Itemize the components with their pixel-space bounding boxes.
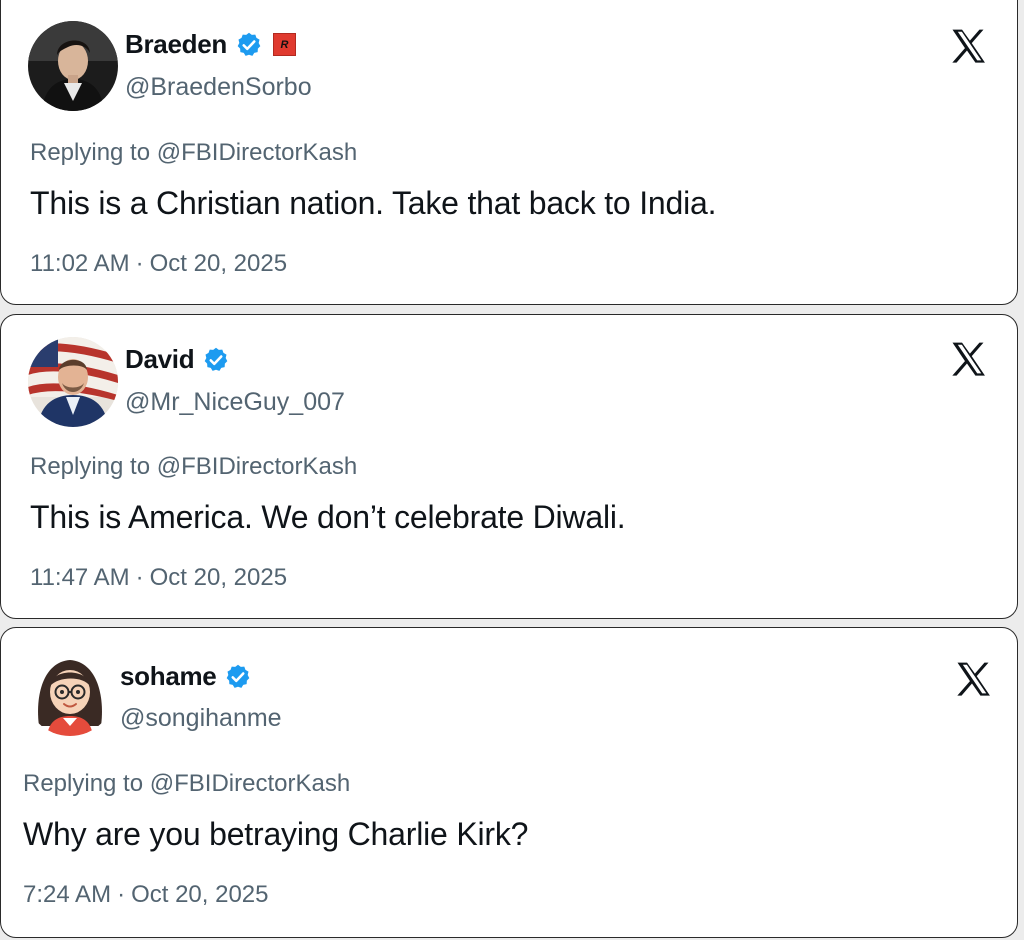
avatar[interactable] [28,21,118,111]
display-name[interactable]: Braeden [125,29,227,60]
replying-mention-link[interactable]: @FBIDirectorKash [157,453,357,480]
user-handle[interactable]: @songihanme [120,704,282,733]
tweet-date: Oct 20, 2025 [149,564,288,591]
x-logo-icon [952,29,985,63]
tweet-time: 7:24 AM [23,881,112,908]
tweet-card[interactable]: David @Mr_NiceGuy_007 Replying to @FBIDi… [0,314,1018,619]
author-row: Braeden R [125,29,296,60]
replying-to-line: Replying to @FBIDirectorKash [23,770,350,798]
tweet-date: Oct 20, 2025 [131,881,269,908]
man-flag-background-avatar-icon [28,337,118,427]
verified-badge-icon [227,664,250,688]
tweet-timestamp[interactable]: 11:02 AM · Oct 20, 2025 [30,250,287,278]
man-dark-hair-avatar-icon [28,21,118,111]
tweet-timestamp[interactable]: 7:24 AM · Oct 20, 2025 [23,881,269,909]
tweet-date: Oct 20, 2025 [149,250,288,277]
replying-prefix: Replying to [23,770,144,797]
user-handle[interactable]: @BraedenSorbo [125,73,312,102]
tweet-time: 11:02 AM [30,250,130,277]
tweet-text: This is a Christian nation. Take that ba… [30,185,717,221]
tweet-text: This is America. We don’t celebrate Diwa… [30,499,626,535]
user-handle[interactable]: @Mr_NiceGuy_007 [125,388,345,417]
replying-mention-link[interactable]: @FBIDirectorKash [150,770,350,797]
tweet-time: 11:47 AM [30,564,130,591]
display-name[interactable]: David [125,344,195,375]
replying-to-line: Replying to @FBIDirectorKash [30,453,357,481]
author-row: David [125,344,230,375]
avatar[interactable] [28,337,118,427]
x-logo-icon [957,662,990,696]
tweet-stack: Braeden R @BraedenSorbo Replying to @FBI… [0,0,1024,940]
replying-to-line: Replying to @FBIDirectorKash [30,139,357,167]
tweet-timestamp[interactable]: 11:47 AM · Oct 20, 2025 [30,564,287,592]
tweet-text: Why are you betraying Charlie Kirk? [23,816,529,852]
x-logo-icon [952,342,985,376]
verified-badge-icon [237,32,261,56]
replying-mention-link[interactable]: @FBIDirectorKash [157,139,357,166]
cartoon-girl-glasses-avatar-icon [25,646,115,736]
tweet-card[interactable]: sohame @songihanme Replying to @FBIDirec… [0,627,1018,938]
verified-badge-icon [204,347,228,371]
tweet-card[interactable]: Braeden R @BraedenSorbo Replying to @FBI… [0,0,1018,305]
avatar[interactable] [25,646,115,736]
replying-prefix: Replying to [30,139,151,166]
replying-prefix: Replying to [30,453,151,480]
affiliate-badge-icon: R [272,33,296,56]
display-name[interactable]: sohame [120,661,217,692]
author-row: sohame [120,661,252,692]
